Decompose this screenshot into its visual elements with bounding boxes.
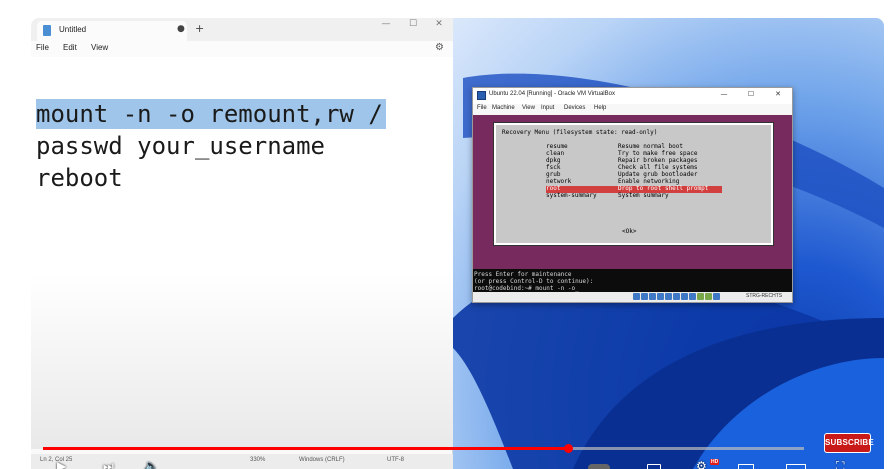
menu-file[interactable]: File — [36, 43, 49, 52]
harddisk-icon[interactable] — [633, 293, 640, 300]
minimize-button[interactable]: — — [376, 19, 396, 29]
recovery-item-desc: Try to make free space — [618, 150, 698, 157]
vb-minimize-button[interactable]: — — [718, 90, 730, 98]
recovery-item-key: fsck — [546, 164, 561, 171]
vb-menu-devices[interactable]: Devices — [564, 105, 585, 111]
cpu-icon[interactable] — [697, 293, 704, 300]
host-key-label: STRG-RECHTS — [746, 293, 783, 299]
tab-title: Untitled — [59, 25, 87, 34]
vb-menu-file[interactable]: File — [477, 105, 487, 111]
recovery-item-desc: Update grub bootloader — [618, 171, 698, 178]
vb-menu-help[interactable]: Help — [594, 105, 606, 111]
recovery-item-key: clean — [546, 150, 565, 157]
optical-drive-icon[interactable] — [641, 293, 648, 300]
editor-line-3[interactable]: reboot — [36, 163, 123, 193]
fullscreen-icon[interactable]: ⛶ — [836, 460, 844, 469]
settings-gear-icon[interactable]: ⚙ — [696, 460, 707, 469]
recovery-item-desc: Enable networking — [618, 178, 680, 185]
notepad-menubar: File Edit View ⚙ — [31, 41, 453, 57]
virtualbox-icon — [477, 91, 486, 100]
video-frame: Untitled ● + — ☐ ✕ File Edit View ⚙ moun… — [31, 18, 884, 469]
vb-menu-view[interactable]: View — [522, 105, 535, 111]
virtualbox-statusbar: STRG-RECHTS — [473, 292, 792, 302]
keyboard-icon[interactable] — [713, 293, 720, 300]
notepad-app-icon — [43, 25, 51, 36]
recovery-item-desc: System summary — [618, 192, 669, 199]
virtualbox-window: Ubuntu 22.04 [Running] - Oracle VM Virtu… — [472, 87, 793, 303]
virtualbox-title: Ubuntu 22.04 [Running] - Oracle VM Virtu… — [489, 91, 615, 97]
menu-view[interactable]: View — [91, 43, 108, 52]
recovery-item-key: resume — [546, 143, 568, 150]
recovery-item-key: grub — [546, 171, 561, 178]
captions-icon[interactable] — [647, 464, 661, 469]
gear-icon[interactable]: ⚙ — [435, 42, 444, 53]
close-button[interactable]: ✕ — [429, 19, 449, 29]
editor-line-2[interactable]: passwd your_username — [36, 131, 325, 161]
desktop-wallpaper: Ubuntu 22.04 [Running] - Oracle VM Virtu… — [453, 18, 884, 469]
miniplayer-icon[interactable] — [738, 464, 754, 469]
menu-edit[interactable]: Edit — [63, 43, 77, 52]
video-progress-bar[interactable] — [43, 444, 804, 453]
new-tab-button[interactable]: + — [195, 22, 204, 35]
vb-menu-machine[interactable]: Machine — [492, 105, 515, 111]
vm-console-output[interactable]: Press Enter for maintenance (or press Con… — [473, 269, 792, 292]
recovery-item-desc: Drop to root shell prompt — [618, 185, 709, 192]
network-icon[interactable] — [657, 293, 664, 300]
tab-untitled[interactable]: Untitled ● — [37, 21, 187, 41]
mouse-integration-icon[interactable] — [705, 293, 712, 300]
notepad-titlebar: Untitled ● + — ☐ ✕ — [31, 18, 453, 41]
audio-icon[interactable] — [649, 293, 656, 300]
recovery-item-key: network — [546, 178, 572, 185]
recovery-ok-button[interactable]: <Ok> — [622, 228, 636, 235]
virtualbox-menubar: File Machine View Input Devices Help — [473, 104, 792, 115]
progress-fill — [43, 447, 569, 450]
editor-line-1-selected[interactable]: mount -n -o remount,rw / — [36, 99, 386, 129]
console-line: Press Enter for maintenance — [474, 271, 572, 278]
subscribe-button[interactable]: SUBSCRIBE — [824, 433, 874, 453]
video-capture-icon[interactable] — [689, 293, 696, 300]
progress-scrubber[interactable] — [564, 444, 574, 453]
next-icon[interactable]: ⏭ — [103, 460, 114, 469]
text-editor[interactable]: mount -n -o remount,rw / passwd your_use… — [31, 57, 453, 449]
recovery-item-desc: Check all file systems — [618, 164, 698, 171]
console-line: (or press Control-D to continue): — [474, 278, 594, 285]
vb-status-icons — [633, 293, 720, 301]
shared-folder-icon[interactable] — [673, 293, 680, 300]
recovery-item-desc: Repair broken packages — [618, 157, 698, 164]
player-controls: ▶ ⏭ 🔈 ⚙ HD ⛶ — [31, 457, 884, 469]
vb-maximize-button[interactable]: ☐ — [745, 90, 757, 98]
unsaved-dot-icon[interactable]: ● — [177, 24, 185, 34]
recovery-item-system-summary[interactable]: system-summary System summary — [546, 192, 722, 200]
vb-close-button[interactable]: ✕ — [772, 90, 784, 98]
recovery-item-key: root — [546, 185, 561, 192]
recovery-item-desc: Resume normal boot — [618, 143, 684, 150]
usb-icon[interactable] — [665, 293, 672, 300]
hd-badge: HD — [710, 459, 720, 465]
recovery-item-key: dpkg — [546, 157, 561, 164]
virtualbox-titlebar: Ubuntu 22.04 [Running] - Oracle VM Virtu… — [473, 88, 792, 104]
console-line: root@codebind:~# mount -n -o_ — [474, 285, 579, 292]
display-icon[interactable] — [681, 293, 688, 300]
recovery-menu-title: Recovery Menu (filesystem state: read-on… — [502, 129, 658, 136]
vb-menu-input[interactable]: Input — [541, 105, 554, 111]
autoplay-toggle-icon[interactable] — [588, 464, 610, 469]
play-icon[interactable]: ▶ — [57, 460, 66, 469]
volume-icon[interactable]: 🔈 — [144, 460, 159, 469]
vm-screen[interactable]: Recovery Menu (filesystem state: read-on… — [473, 115, 792, 292]
recovery-menu-list: resume Resume normal boot clean Try to mak… — [546, 143, 722, 200]
maximize-button[interactable]: ☐ — [403, 19, 423, 29]
notepad-window: Untitled ● + — ☐ ✕ File Edit View ⚙ moun… — [31, 18, 453, 469]
recovery-menu: Recovery Menu (filesystem state: read-on… — [493, 122, 774, 246]
theater-mode-icon[interactable] — [786, 464, 806, 469]
recovery-item-key: system-summary — [546, 192, 597, 199]
